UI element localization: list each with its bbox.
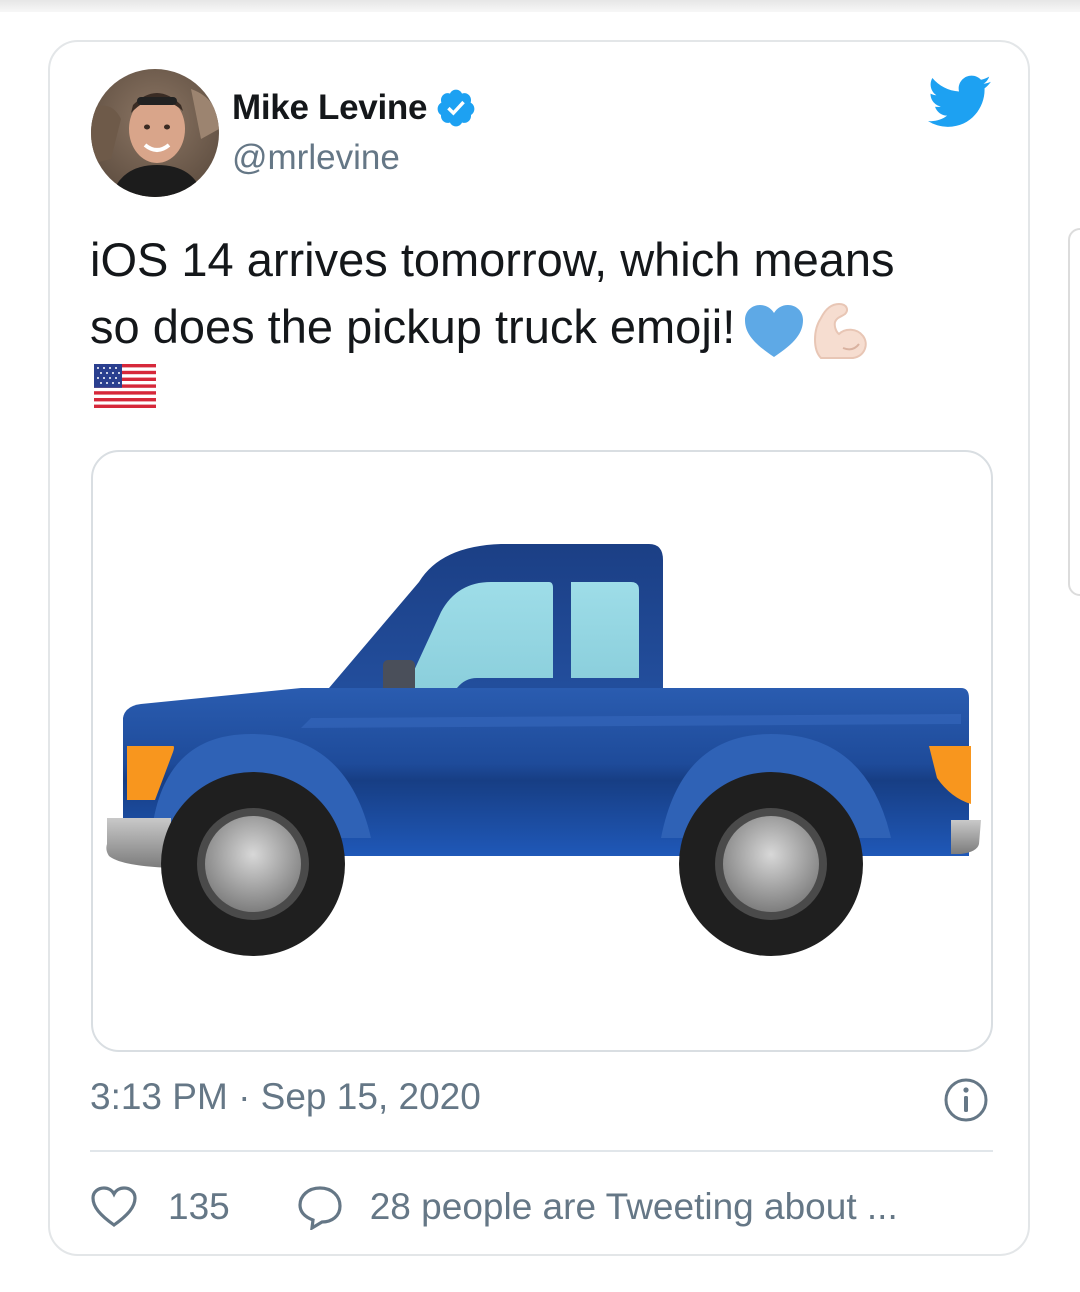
tweet-media-image[interactable]: [91, 450, 993, 1052]
twitter-bird-icon[interactable]: [928, 74, 992, 130]
top-status-strip: [0, 0, 1080, 12]
flexed-biceps-emoji-icon: [814, 302, 867, 359]
us-flag-emoji-icon: [94, 364, 156, 408]
tweet-timestamp[interactable]: 3:13 PM · Sep 15, 2020: [90, 1076, 481, 1118]
reply-bubble-icon[interactable]: [296, 1184, 344, 1230]
blue-heart-emoji-icon: [745, 304, 804, 357]
truck-rear-window: [571, 582, 639, 678]
tweeting-about-link[interactable]: 28 people are Tweeting about ...: [370, 1186, 898, 1228]
truck-front-wheel: [161, 772, 345, 956]
author-name-row[interactable]: Mike Levine: [232, 86, 477, 130]
avatar[interactable]: [91, 69, 219, 197]
tweet-text-line-2-content: so does the pickup truck emoji!: [90, 300, 736, 353]
avatar-photo: [91, 69, 219, 197]
tweet-text: iOS 14 arrives tomorrow, which means so …: [90, 226, 990, 362]
tweet-text-line-1: iOS 14 arrives tomorrow, which means: [90, 233, 895, 286]
truck-rear-wheel: [679, 772, 863, 956]
like-count[interactable]: 135: [168, 1186, 230, 1228]
tweet-card[interactable]: Mike Levine @mrlevine iOS 14 arrives tom…: [48, 40, 1030, 1256]
scroll-handle[interactable]: [1068, 228, 1080, 596]
author-handle[interactable]: @mrlevine: [232, 138, 400, 178]
heart-like-icon[interactable]: [90, 1185, 138, 1229]
tweet-actions-bar: 135 28 people are Tweeting about ...: [90, 1182, 990, 1232]
info-icon[interactable]: [943, 1077, 989, 1123]
tweet-text-line-2: so does the pickup truck emoji!: [90, 293, 990, 362]
verified-badge-icon: [437, 89, 475, 127]
author-name[interactable]: Mike Levine: [232, 88, 427, 128]
truck-rear-bumper: [951, 820, 981, 854]
pickup-truck-emoji-image: [106, 544, 981, 956]
divider: [90, 1150, 993, 1152]
